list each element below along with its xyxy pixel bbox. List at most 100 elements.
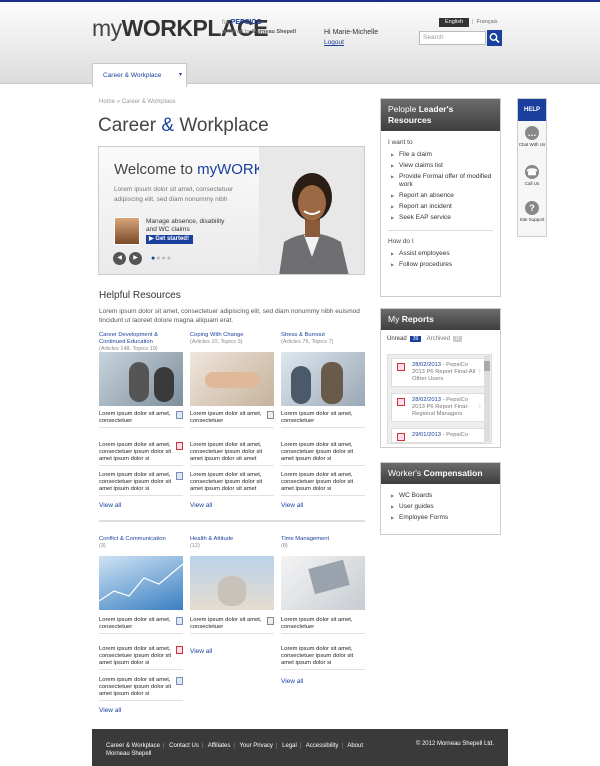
view-all-link[interactable]: View all	[99, 707, 121, 714]
document-icon	[176, 617, 183, 625]
my-reports-header: My Reports	[381, 309, 500, 330]
for-pepsico: for PEPSICO	[222, 19, 262, 26]
coping-photo	[190, 352, 274, 406]
footer-morneau[interactable]: Morneau Shepell	[106, 751, 151, 757]
stress-photo	[281, 352, 365, 406]
conflict-photo	[99, 556, 183, 610]
tab-unread[interactable]: Unread	[387, 336, 407, 342]
article-item[interactable]: Lorem ipsum dolor sit amet, consectetuer	[190, 617, 274, 634]
article-item[interactable]: Lorem ipsum dolor sit amet, consectetuer…	[281, 442, 365, 466]
category-time-management[interactable]: Time Management (8)	[281, 536, 365, 550]
tab-archived[interactable]: Archived	[427, 336, 450, 342]
carousel-dots[interactable]: ●●●●	[151, 255, 172, 262]
article-item[interactable]: Lorem ipsum dolor sit amet, consectetuer	[190, 411, 274, 428]
footer-link-contact[interactable]: Contact Us	[169, 743, 199, 749]
link-seek-eap[interactable]: Seek EAP service	[388, 214, 493, 222]
language-francais[interactable]: | Français	[472, 18, 498, 27]
leaders-resources-header: Pelople Leader's Resources	[381, 99, 500, 131]
carousel-prev-button[interactable]: ◀	[113, 252, 126, 265]
welcome-text: Lorem ipsum dolor sit amet, consectetuer…	[114, 186, 234, 203]
article-item[interactable]: Lorem ipsum dolor sit amet, consectetuer	[99, 411, 183, 428]
search-icon	[489, 33, 500, 44]
tab-career-workplace[interactable]: Career & Workplace ▾	[92, 63, 187, 87]
report-item[interactable]: 28/02/2013 - PepsiCo 2013 P6 Report Fina…	[391, 358, 485, 387]
site-support-button[interactable]: ? Site Support	[518, 201, 546, 222]
footer-link-about[interactable]: About	[347, 743, 363, 749]
logout-link[interactable]: Logout	[324, 39, 344, 46]
link-wc-boards[interactable]: WC Boards	[388, 492, 493, 500]
view-all-link[interactable]: View all	[190, 648, 212, 655]
pdf-icon	[397, 433, 405, 441]
article-item[interactable]: Lorem ipsum dolor sit amet, consectetuer…	[99, 442, 183, 466]
footer-link-privacy[interactable]: Your Privacy	[239, 743, 272, 749]
category-stress-burnout[interactable]: Stress & Burnout (Articles 76, Topics 7)	[281, 332, 365, 346]
carousel-next-button[interactable]: ▶	[129, 252, 142, 265]
link-formal-offer[interactable]: Provide Formal offer of modified work	[388, 173, 493, 189]
report-item[interactable]: 29/01/2013 - PepsiCo	[391, 428, 485, 443]
article-item[interactable]: Lorem ipsum dolor sit amet, consectetuer	[281, 617, 365, 634]
search-input[interactable]: Search	[419, 31, 486, 45]
manage-claims-text: Manage absence, disability and WC claims	[146, 218, 225, 233]
pdf-icon	[176, 442, 183, 450]
help-sidebar: HELP … Chat With Us ☎ Call Us ? Site Suppor…	[517, 98, 547, 237]
family-photo	[114, 217, 140, 245]
category-health-attitude[interactable]: Health & Attitude (12)	[190, 536, 274, 550]
view-all-link[interactable]: View all	[190, 502, 212, 509]
reports-scrollbar[interactable]	[484, 356, 490, 442]
footer-links: Career & Workplace | Contact Us | Affiliat…	[106, 743, 364, 749]
reports-list: 28/02/2013 - PepsiCo 2013 P6 Report Fina…	[387, 354, 492, 444]
businesswoman-photo	[259, 147, 364, 274]
breadcrumb-home[interactable]: Home	[99, 99, 115, 105]
article-item[interactable]: Lorem ipsum dolor sit amet, consectetuer…	[99, 677, 183, 701]
pdf-icon	[397, 363, 405, 371]
chat-with-us-button[interactable]: … Chat With Us	[518, 126, 546, 147]
helpful-resources-intro: Lorem ipsum dolor sit amet, consectetuer…	[99, 308, 360, 324]
article-item[interactable]: Lorem ipsum dolor sit amet, consectetuer…	[281, 472, 365, 496]
article-item[interactable]: Lorem ipsum dolor sit amet, consectetuer…	[99, 646, 183, 670]
link-user-guides[interactable]: User guides	[388, 503, 493, 511]
breadcrumb: Home » Career & Workplace	[99, 99, 176, 105]
footer-link-legal[interactable]: Legal	[282, 743, 297, 749]
call-us-button[interactable]: ☎ Call Us	[518, 165, 546, 186]
health-photo	[190, 556, 274, 610]
footer-link-career[interactable]: Career & Workplace	[106, 743, 160, 749]
view-all-link[interactable]: View all	[99, 502, 121, 509]
get-started-button[interactable]: ▶ Get started!	[146, 235, 193, 244]
how-do-i-label: How do I	[388, 238, 414, 245]
link-file-claim[interactable]: File a claim	[388, 151, 493, 159]
category-career-development[interactable]: Career Development & Continued Education…	[99, 332, 183, 353]
view-all-link[interactable]: View all	[281, 678, 303, 685]
link-view-claims[interactable]: View claims list	[388, 162, 493, 170]
site-header: myWORKPLACE for PEPSICO powered by Morne…	[0, 2, 600, 87]
article-item[interactable]: Lorem ipsum dolor sit amet, consectetuer	[99, 617, 183, 634]
footer-copyright: © 2012 Morneau Shepell Ltd.	[415, 741, 494, 747]
help-label: HELP	[518, 99, 546, 121]
link-report-incident[interactable]: Report an incident	[388, 203, 493, 211]
footer-link-accessibility[interactable]: Accessibility	[306, 743, 339, 749]
category-conflict-communication[interactable]: Conflict & Communication (3)	[99, 536, 183, 550]
phone-icon: ☎	[525, 165, 539, 179]
category-coping-with-change[interactable]: Coping With Change (Articles 10, Topics 3…	[190, 332, 274, 346]
article-item[interactable]: Lorem ipsum dolor sit amet, consectetuer…	[190, 442, 274, 466]
view-all-link[interactable]: View all	[281, 502, 303, 509]
career-photo	[99, 352, 183, 406]
search-button[interactable]	[487, 30, 502, 46]
video-icon	[267, 411, 274, 419]
footer-link-affiliates[interactable]: Affiliates	[208, 743, 231, 749]
article-item[interactable]: Lorem ipsum dolor sit amet, consectetuer	[281, 411, 365, 428]
i-want-to-label: I want to	[388, 139, 413, 146]
site-footer: Career & Workplace | Contact Us | Affiliat…	[92, 729, 508, 766]
unread-count-badge: 39	[409, 336, 422, 342]
workers-compensation-header: Worker's Compensation	[381, 463, 500, 484]
report-item[interactable]: 28/02/2013 - PepsiCo 2013 P6 Report Fina…	[391, 393, 485, 422]
language-english[interactable]: English	[439, 18, 469, 27]
article-item[interactable]: Lorem ipsum dolor sit amet, consectetuer…	[99, 472, 183, 496]
link-assist-employees[interactable]: Assist employees	[388, 250, 493, 258]
document-icon	[176, 411, 183, 419]
link-employee-forms[interactable]: Employee Forms	[388, 514, 493, 522]
article-item[interactable]: Lorem ipsum dolor sit amet, consectetuer…	[190, 472, 274, 496]
chevron-down-icon[interactable]: ▾	[179, 71, 182, 78]
article-item[interactable]: Lorem ipsum dolor sit amet, consectetuer…	[281, 646, 365, 670]
link-follow-procedures[interactable]: Follow procedures	[388, 261, 493, 269]
link-report-absence[interactable]: Report an absence	[388, 192, 493, 200]
